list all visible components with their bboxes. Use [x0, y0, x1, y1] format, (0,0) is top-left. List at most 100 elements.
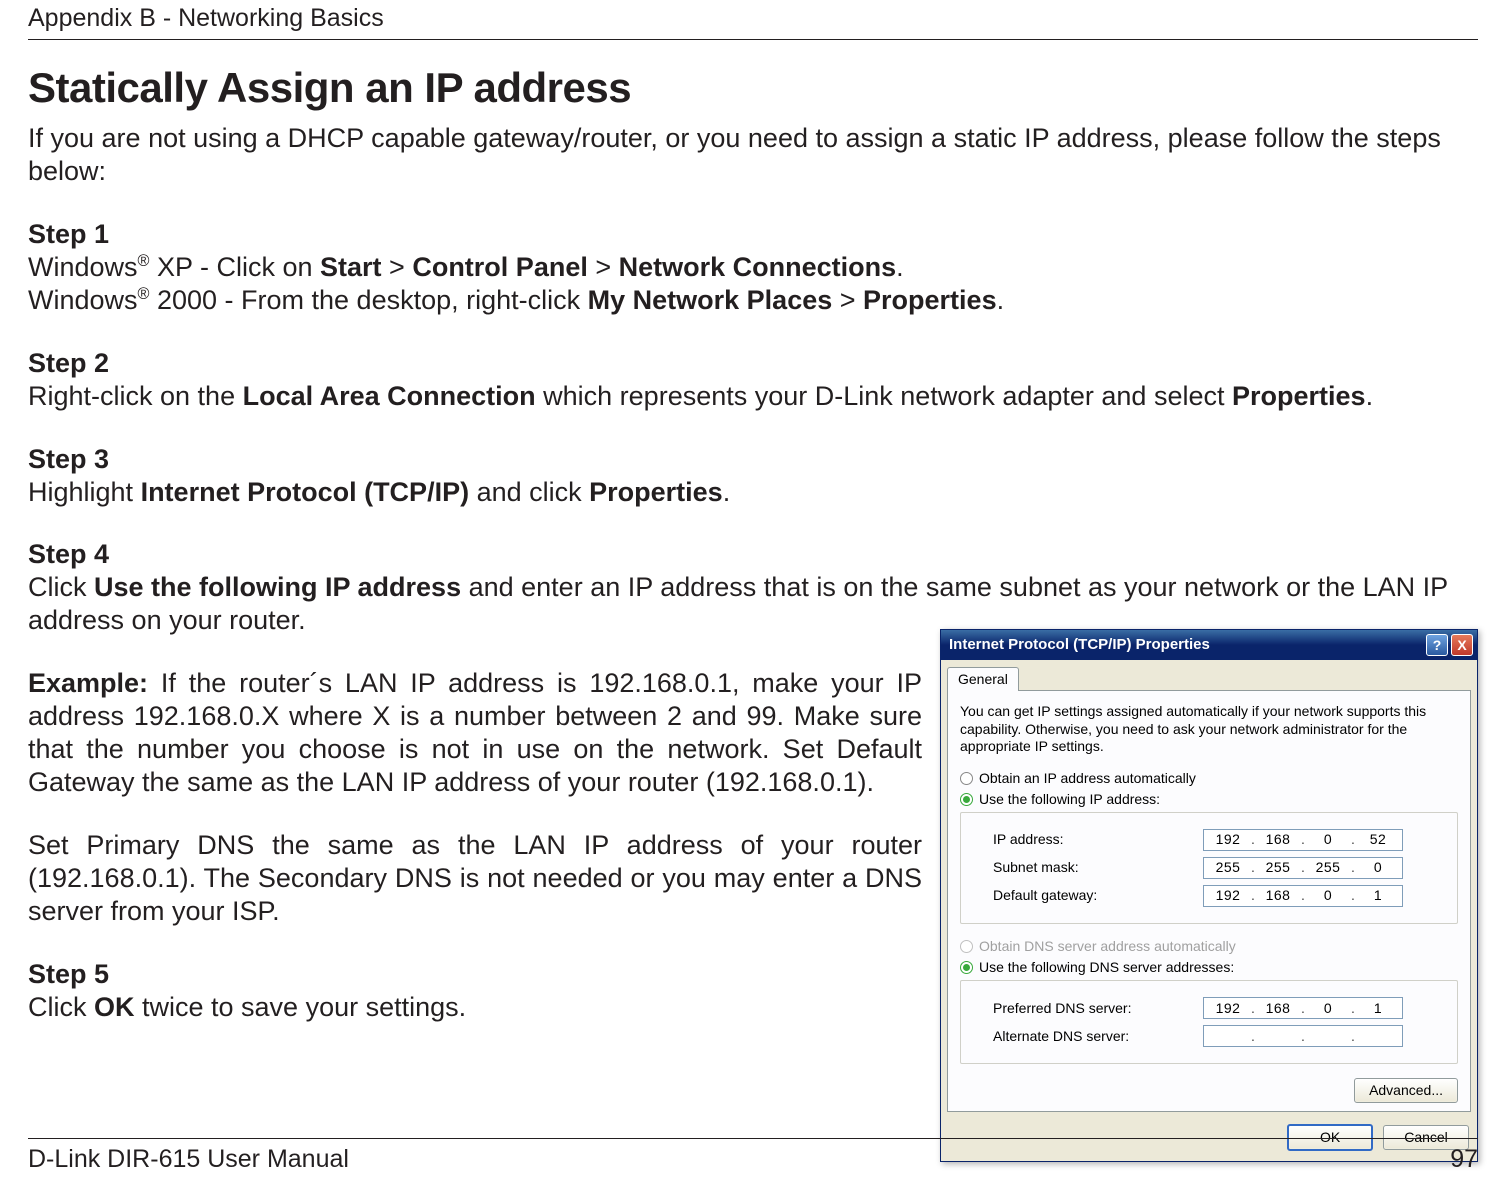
ip-address-input[interactable]: 192. 168. 0. 52 [1203, 829, 1403, 851]
page: Appendix B - Networking Basics Staticall… [0, 0, 1502, 1194]
dialog-titlebar[interactable]: Internet Protocol (TCP/IP) Properties ? … [941, 630, 1477, 660]
ip-seg: 192 [1206, 831, 1250, 848]
radio-inner [963, 775, 970, 782]
text: > [382, 252, 413, 282]
help-icon: ? [1433, 637, 1442, 654]
ip-seg: 0 [1306, 1000, 1350, 1017]
alternate-dns-label: Alternate DNS server: [993, 1028, 1203, 1045]
default-gateway-row: Default gateway: 192. 168. 0. 1 [993, 885, 1447, 907]
ip-seg: 255 [1206, 859, 1250, 876]
subnet-mask-input[interactable]: 255. 255. 255. 0 [1203, 857, 1403, 879]
radio-inner [963, 943, 970, 950]
use-following-ip-label: Use the following IP address [94, 572, 461, 602]
radio-icon [960, 793, 973, 806]
step-3-header: Step 3 [28, 444, 109, 474]
ok-label: OK [94, 992, 135, 1022]
radio-icon [960, 772, 973, 785]
properties-label: Properties [589, 477, 723, 507]
footer-left: D-Link DIR-615 User Manual [28, 1145, 349, 1174]
example-label: Example: [28, 668, 148, 698]
text: > [832, 285, 863, 315]
text: 2000 - From the desktop, right-click [149, 285, 587, 315]
radio-icon [960, 940, 973, 953]
section-title: Statically Assign an IP address [28, 64, 1478, 112]
example-paragraph-2: Set Primary DNS the same as the LAN IP a… [28, 829, 922, 928]
ip-seg: 168 [1256, 1000, 1300, 1017]
text: . [997, 285, 1005, 315]
radio-obtain-ip-auto[interactable]: Obtain an IP address automatically [960, 770, 1458, 787]
advanced-button[interactable]: Advanced... [1354, 1078, 1458, 1103]
tcpip-label: Internet Protocol (TCP/IP) [141, 477, 470, 507]
reg-mark: ® [138, 252, 150, 270]
body-content: If you are not using a DHCP capable gate… [28, 122, 1478, 1162]
step-5: Step 5 Click OK twice to save your setti… [28, 958, 922, 1024]
dns-group: Preferred DNS server: 192. 168. 0. 1 [960, 980, 1458, 1064]
screenshot-dialog: Internet Protocol (TCP/IP) Properties ? … [940, 629, 1478, 1162]
preferred-dns-input[interactable]: 192. 168. 0. 1 [1203, 997, 1403, 1019]
properties-label: Properties [863, 285, 997, 315]
step-1-header: Step 1 [28, 219, 109, 249]
text: Click [28, 572, 94, 602]
text: Windows [28, 252, 138, 282]
text: Right-click on the [28, 381, 243, 411]
text: Highlight [28, 477, 141, 507]
example-paragraph-1: Example: If the router´s LAN IP address … [28, 667, 922, 799]
dot: . [1250, 1028, 1256, 1045]
dot: . [1350, 1028, 1356, 1045]
radio-use-following-ip[interactable]: Use the following IP address: [960, 791, 1458, 808]
ip-seg: 168 [1256, 831, 1300, 848]
subnet-mask-label: Subnet mask: [993, 859, 1203, 876]
preferred-dns-row: Preferred DNS server: 192. 168. 0. 1 [993, 997, 1447, 1019]
text: Click [28, 992, 94, 1022]
radio-icon [960, 961, 973, 974]
default-gateway-input[interactable]: 192. 168. 0. 1 [1203, 885, 1403, 907]
step-1: Step 1 Windows® XP - Click on Start > Co… [28, 218, 1478, 317]
text: and click [469, 477, 589, 507]
radio-label: Obtain an IP address automatically [979, 770, 1196, 787]
text: twice to save your settings. [135, 992, 467, 1022]
dialog-title: Internet Protocol (TCP/IP) Properties [949, 636, 1210, 654]
page-footer: D-Link DIR-615 User Manual 97 [28, 1138, 1478, 1174]
radio-label: Use the following DNS server addresses: [979, 959, 1234, 976]
step-4: Step 4 Click Use the following IP addres… [28, 538, 1478, 637]
step-2-header: Step 2 [28, 348, 109, 378]
text: Windows [28, 285, 138, 315]
step-2: Step 2 Right-click on the Local Area Con… [28, 347, 1478, 413]
ip-seg: 0 [1306, 831, 1350, 848]
radio-inner [963, 964, 970, 971]
step-4-header: Step 4 [28, 539, 109, 569]
close-button[interactable]: X [1451, 634, 1473, 656]
help-button[interactable]: ? [1426, 634, 1448, 656]
ip-seg: 168 [1256, 887, 1300, 904]
radio-inner [963, 796, 970, 803]
properties-label: Properties [1232, 381, 1366, 411]
tab-general[interactable]: General [947, 667, 1019, 691]
running-header: Appendix B - Networking Basics [28, 0, 1478, 40]
control-panel-label: Control Panel [412, 252, 588, 282]
ip-seg: 255 [1256, 859, 1300, 876]
radio-use-following-dns[interactable]: Use the following DNS server addresses: [960, 959, 1458, 976]
ip-address-row: IP address: 192. 168. 0. 52 [993, 829, 1447, 851]
ip-group: IP address: 192. 168. 0. 52 Su [960, 812, 1458, 924]
text: which represents your D-Link network ada… [536, 381, 1232, 411]
tab-body: You can get IP settings assigned automat… [947, 690, 1471, 1112]
dialog-description: You can get IP settings assigned automat… [960, 703, 1458, 756]
ip-seg: 255 [1306, 859, 1350, 876]
my-network-places-label: My Network Places [588, 285, 833, 315]
default-gateway-label: Default gateway: [993, 887, 1203, 904]
alternate-dns-input[interactable]: . . . [1203, 1025, 1403, 1047]
start-label: Start [320, 252, 382, 282]
text: . [896, 252, 904, 282]
tab-strip: General [941, 660, 1477, 690]
header-text: Appendix B - Networking Basics [28, 4, 384, 32]
ip-seg: 192 [1206, 1000, 1250, 1017]
step-3: Step 3 Highlight Internet Protocol (TCP/… [28, 443, 1478, 509]
reg-mark: ® [138, 285, 150, 303]
tcpip-properties-dialog: Internet Protocol (TCP/IP) Properties ? … [940, 629, 1478, 1162]
alternate-dns-row: Alternate DNS server: . . . [993, 1025, 1447, 1047]
intro-paragraph: If you are not using a DHCP capable gate… [28, 122, 1478, 188]
close-icon: X [1457, 637, 1466, 654]
text: XP - Click on [149, 252, 320, 282]
text: . [723, 477, 731, 507]
ip-seg: 0 [1306, 887, 1350, 904]
